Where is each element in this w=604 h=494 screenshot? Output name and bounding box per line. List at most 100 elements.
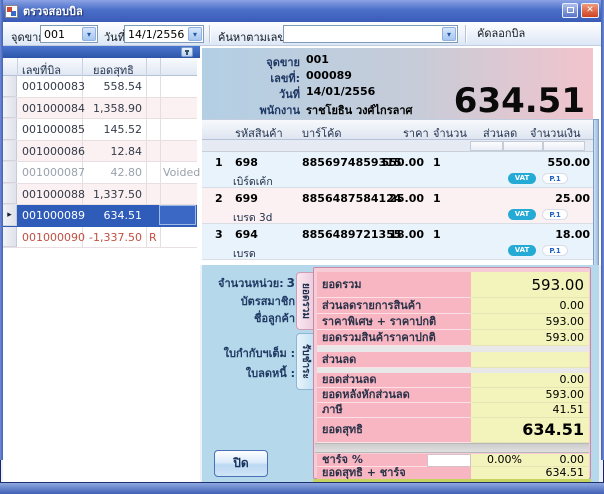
bill-number-cell: 001000083 [22,80,85,93]
member-card-label: บัตรสมาชิก [202,292,295,310]
item-price: 550.00 [362,156,424,169]
band-cell [503,141,543,151]
units-value: 3 [287,276,295,290]
total-label: ยอดรวมสินค้าราคาปกติ [317,330,471,346]
selected-row-arrow-icon: ▸ [7,210,12,220]
bill-total-cell: 145.52 [83,123,142,136]
bill-info-panel: จุดขาย 001 เลขที่: 000089 วันที่ 14/01/2… [202,48,593,119]
total-label: ยอดรวม [317,272,471,298]
vat-badge: VAT [508,245,536,256]
dock-panel-header[interactable] [3,46,200,58]
tab-totals[interactable]: ยอดรวม [296,272,313,330]
dropdown-arrow-icon[interactable]: ▾ [82,27,96,41]
item-amount: 25.00 [510,192,590,205]
units-line: จำนวนหน่วย:3 [202,274,295,292]
table-row[interactable]: 001000085 145.52 [3,119,197,141]
date-label: วันที่ [104,28,125,46]
table-row[interactable]: 001000086 12.84 [3,141,197,163]
table-row[interactable]: 001000084 1,358.90 [3,98,197,120]
pin-button[interactable] [181,47,193,57]
total-label: ส่วนลดรายการสินค้า [317,298,471,314]
total-label: ยอดหลังหักส่วนลด [317,388,471,403]
bill-total-cell: 634.51 [83,209,142,222]
charge-input-cell[interactable] [427,454,471,467]
net-total-value: 634.51 [471,418,589,443]
toolbar: จุดขาย 001 ▾ วันที่ 14/1/2556 ▾ ค้นหาตาม… [3,22,601,46]
restore-icon [567,7,574,13]
close-window-button[interactable]: ✕ [581,3,599,18]
close-button[interactable]: ปิด [214,450,268,477]
items-header: รหัสสินค้า บาร์โค้ด ราคา จำนวน ส่วนลด จำ… [202,119,593,140]
band-cell [470,141,503,151]
table-row-voided[interactable]: 001000087 42.80 Voided [3,162,197,184]
customer-name-label: ชื่อลูกค้า [202,309,295,327]
bill-total-cell: 558.54 [83,80,142,93]
item-index: 3 [215,228,223,241]
bill-number-cell: 001000087 [22,166,85,179]
date-select-value: 14/1/2556 [128,28,184,41]
units-label: จำนวนหน่วย: [218,277,284,290]
copy-bill-button[interactable]: คัดลอกบิล [471,26,531,43]
totals-panel: ยอดรวม 593.00 ส่วนลดรายการสินค้า 0.00 รา… [313,267,591,479]
tab-payment[interactable]: รับชำระ [296,333,313,390]
row-header[interactable] [3,162,17,183]
bill-total-cell: 42.80 [83,166,142,179]
bill-number-cell: 001000088 [22,188,85,201]
pos-select[interactable]: 001 ▾ [40,25,98,43]
dropdown-arrow-icon[interactable]: ▾ [442,27,456,41]
table-row-selected[interactable]: ▸ 001000089 634.51 [3,205,197,227]
item-row[interactable]: 3 694 8856489721355 18.00 1 18.00 เบรด V… [202,224,593,260]
header-separator [82,58,83,76]
item-price: 25.00 [362,192,424,205]
row-header[interactable] [3,119,17,140]
item-qty: 1 [433,192,441,205]
total-value [471,352,589,368]
focused-cell[interactable] [159,205,196,225]
bill-note-cell: Voided [163,166,200,179]
row-header-selected[interactable]: ▸ [3,205,17,226]
item-code: 694 [235,228,258,241]
price-level-badge: P.1 [542,209,568,220]
pin-icon [186,50,188,55]
row-header[interactable] [3,184,17,205]
bill-list-header: เลขที่บิล ยอดสุทธิ [3,58,197,76]
row-header[interactable] [3,227,17,248]
row-header[interactable] [3,98,17,119]
date-select[interactable]: 14/1/2556 ▾ [124,25,204,43]
row-header[interactable] [3,141,17,162]
total-label: ยอดสุทธิ [317,418,471,443]
item-name: เบรด [233,245,256,262]
total-value: 593.00 [471,272,589,298]
info-staff-value: ราชโยธิน วงศ์ไกรลาศ [306,101,413,119]
search-bill-combobox[interactable]: ▾ [283,25,458,43]
total-label: ราคาพิเศษ + ราคาปกติ [317,314,471,330]
table-row[interactable]: 001000088 1,337.50 [3,184,197,206]
item-row[interactable]: 1 698 8856974859315 550.00 1 550.00 เบิร… [202,152,593,188]
summary-section: จำนวนหน่วย:3 บัตรสมาชิก ชื่อลูกค้า ใบกำก… [202,265,599,482]
restore-button[interactable] [562,3,578,18]
item-price: 18.00 [362,228,424,241]
close-icon: ✕ [586,5,594,15]
item-code: 698 [235,156,258,169]
total-value: 593.00 [471,330,589,346]
grand-total: 634.51 [454,81,585,121]
bill-number-cell: 001000085 [22,123,85,136]
item-code: 699 [235,192,258,205]
total-value: 593.00 [471,314,589,330]
full-tax-invoice-label: ใบกำกับฯเต็ม : [202,344,295,362]
toolbar-separator [465,25,466,43]
vat-badge: VAT [508,173,536,184]
bill-total-cell: 1,358.90 [83,102,142,115]
dropdown-arrow-icon[interactable]: ▾ [188,27,202,41]
table-row-refund[interactable]: 001000090 -1,337.50 R [3,227,197,249]
header-separator [160,58,161,76]
bill-number-cell: 001000090 [22,231,85,244]
row-header[interactable] [3,76,17,97]
total-label: ยอดส่วนลด [317,373,471,388]
total-label: ภาษี [317,403,471,418]
item-row[interactable]: 2 699 8856487584124 25.00 1 25.00 เบรด 3… [202,188,593,224]
item-amount: 550.00 [510,156,590,169]
window-title: ตรวจสอบบิล [23,2,83,20]
table-row[interactable]: 001000083 558.54 [3,76,197,98]
titlebar[interactable]: ตรวจสอบบิล [0,0,604,22]
